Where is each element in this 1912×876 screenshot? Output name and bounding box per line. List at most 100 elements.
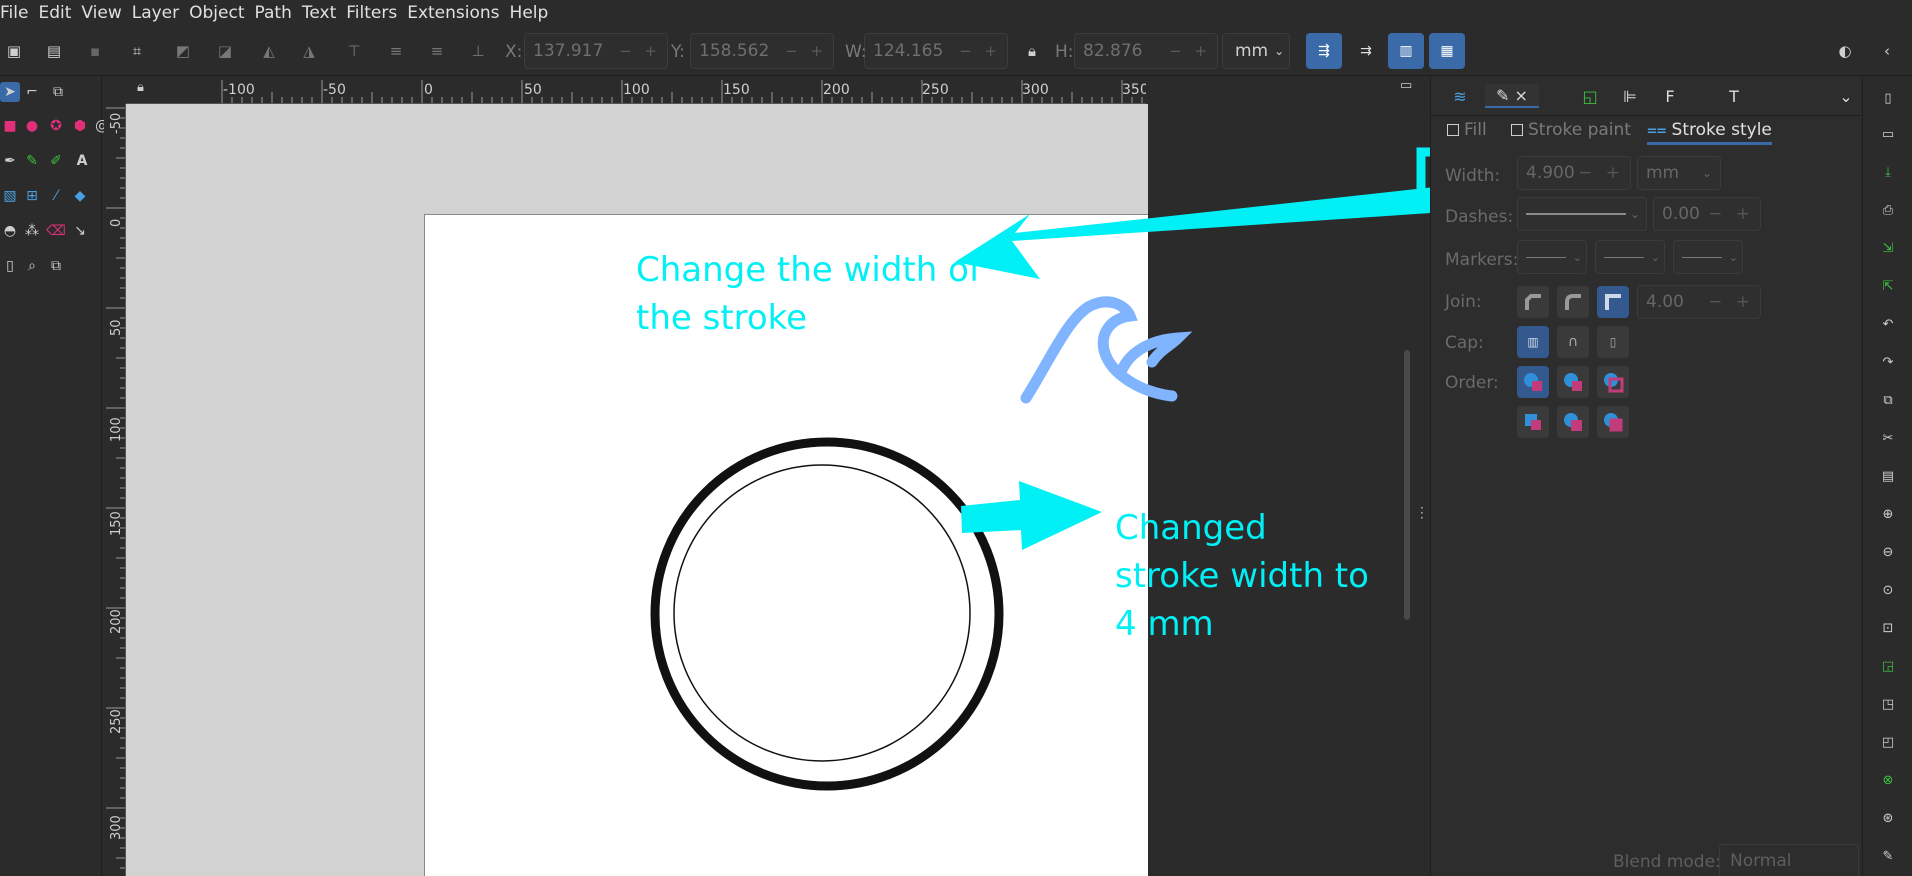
order-glyph [1564,413,1582,431]
order-markers-stroke-fill-icon[interactable] [1597,406,1629,438]
align-tab-icon[interactable]: ⊫ [1615,84,1645,108]
open-file-icon[interactable]: ▭ [1878,124,1898,144]
width-value: 4.900 [1526,163,1575,183]
width-stepper[interactable]: − + [1578,163,1630,183]
annotation-line: stroke width to [1115,556,1369,596]
miter-limit-value: 4.00 [1646,292,1684,312]
cap-round-icon[interactable]: ∩ [1557,326,1589,358]
dash-offset-input[interactable]: 0.00 − + [1653,197,1761,231]
order-glyph [1564,373,1582,391]
font-tab-icon[interactable]: F [1655,84,1685,108]
new-document-icon[interactable]: ▯ [1878,88,1898,108]
text-tab-icon[interactable]: T [1719,84,1749,108]
print-icon[interactable]: ⎙ [1878,200,1898,220]
chevron-down-icon: ⌄ [1650,250,1660,264]
layers-tab-icon[interactable]: ≋ [1445,84,1475,108]
fill-stroke-tab-icon[interactable]: ✎ × [1485,84,1539,108]
cut-icon[interactable]: ✂ [1878,428,1898,448]
marker-preview [1526,256,1566,258]
annotation-line: Change the width of [636,250,981,290]
tab-stroke-style[interactable]: ⩵ Stroke style [1647,120,1772,145]
duplicate-icon[interactable]: ◲ [1878,656,1898,676]
canvas-scrollbar[interactable] [1404,350,1410,620]
tab-stroke-paint-label: Stroke paint [1528,120,1631,140]
width-unit-select[interactable]: mm ⌄ [1637,156,1721,190]
end-marker-select[interactable]: ⌄ [1673,240,1743,274]
annotation-arrow-top [955,186,1446,279]
start-marker-select[interactable]: ⌄ [1517,240,1587,274]
xml-editor-icon[interactable]: ✎ [1878,846,1898,866]
miter-limit-input[interactable]: 4.00 − + [1637,285,1761,319]
cap-label: Cap: [1445,333,1484,353]
chevron-down-icon: ⌄ [1701,166,1712,180]
redo-icon[interactable]: ↷ [1878,352,1898,372]
blend-mode-label: Blend mode: [1613,852,1721,872]
zoom-selection-icon[interactable]: ⊕ [1878,504,1898,524]
chevron-down-icon: ⌄ [1728,250,1738,264]
cap-square-icon[interactable]: ▯ [1597,326,1629,358]
cap-round-glyph: ∩ [1567,334,1579,350]
outer-circle[interactable] [650,437,1004,791]
dash-offset-stepper[interactable]: − + [1708,204,1760,224]
annotation-line: Changed [1115,508,1267,548]
dash-pattern-preview [1526,213,1626,215]
stroke-paint-checkbox-icon [1511,124,1523,136]
join-miter-glyph [1605,294,1621,310]
join-bevel-icon[interactable] [1517,286,1549,318]
order-fill-markers-stroke-icon[interactable] [1597,366,1629,398]
blend-mode-value: Normal [1730,851,1792,871]
zoom-page-icon[interactable]: ⊙ [1878,580,1898,600]
annotation-change-width: Change the width of the stroke [636,246,981,342]
zoom-drawing-icon[interactable]: ⊖ [1878,542,1898,562]
ungroup-icon[interactable]: ⊛ [1878,808,1898,828]
order-stroke-markers-fill-icon[interactable] [1557,406,1589,438]
zoom-center-icon[interactable]: ⊡ [1878,618,1898,638]
chevron-down-icon: ⌄ [1629,207,1640,221]
order-glyph [1604,413,1623,432]
save-icon[interactable]: ⤓ [1878,162,1898,182]
mid-marker-select[interactable]: ⌄ [1595,240,1665,274]
order-label: Order: [1445,373,1499,393]
order-markers-fill-stroke-icon[interactable] [1517,406,1549,438]
fill-checkbox-icon [1447,124,1459,136]
paste-icon[interactable]: ▤ [1878,466,1898,486]
marker-preview [1682,256,1722,258]
order-glyph [1524,373,1542,391]
dock-tabs: ≋ ✎ × ◱ ⊫ F T ⌄ [1431,76,1861,116]
fill-stroke-subtabs: Fill Stroke paint ⩵ Stroke style [1431,116,1861,145]
export-tab-icon[interactable]: ◱ [1575,84,1605,108]
dock-resize-handle[interactable]: · · · [1420,502,1424,524]
unlink-clone-icon[interactable]: ◰ [1878,732,1898,752]
order-fill-stroke-markers-icon[interactable] [1517,366,1549,398]
clone-icon[interactable]: ◳ [1878,694,1898,714]
more-tabs-chevron-icon[interactable]: ⌄ [1831,84,1861,108]
join-label: Join: [1445,292,1482,312]
commands-bar: ▯ ▭ ⤓ ⎙ ⇲ ⇱ ↶ ↷ ⧉ ✂ ▤ ⊕ ⊖ ⊙ ⊡ ◲ ◳ ◰ ⊗ ⊛ … [1862,76,1912,876]
miter-limit-stepper[interactable]: − + [1708,292,1760,312]
dashes-select[interactable]: ⌄ [1517,197,1647,231]
join-round-icon[interactable] [1557,286,1589,318]
tab-fill[interactable]: Fill [1447,120,1487,140]
cap-square-glyph: ▯ [1609,335,1617,349]
order-stroke-fill-markers-icon[interactable] [1557,366,1589,398]
group-icon[interactable]: ⊗ [1878,770,1898,790]
tab-stroke-paint[interactable]: Stroke paint [1511,120,1631,140]
inner-circle[interactable] [673,464,971,762]
marker-preview [1604,256,1644,258]
annotation-line: the stroke [636,298,808,338]
width-label: Width: [1445,166,1501,186]
cap-butt-icon[interactable]: ▥ [1517,326,1549,358]
width-input[interactable]: 4.900 − + [1517,156,1631,190]
order-glyph [1525,414,1541,430]
join-bevel-glyph [1525,294,1541,310]
annotation-changed-width: Changed stroke width to 4 mm [1115,504,1369,648]
annotation-line: 4 mm [1115,604,1214,644]
join-miter-icon[interactable] [1597,286,1629,318]
order-glyph [1604,373,1624,393]
tab-stroke-style-label: Stroke style [1671,120,1772,140]
export-icon[interactable]: ⇱ [1878,276,1898,296]
blend-mode-select[interactable]: Normal [1719,844,1859,876]
copy-icon[interactable]: ⧉ [1878,390,1898,410]
undo-icon[interactable]: ↶ [1878,314,1898,334]
import-icon[interactable]: ⇲ [1878,238,1898,258]
